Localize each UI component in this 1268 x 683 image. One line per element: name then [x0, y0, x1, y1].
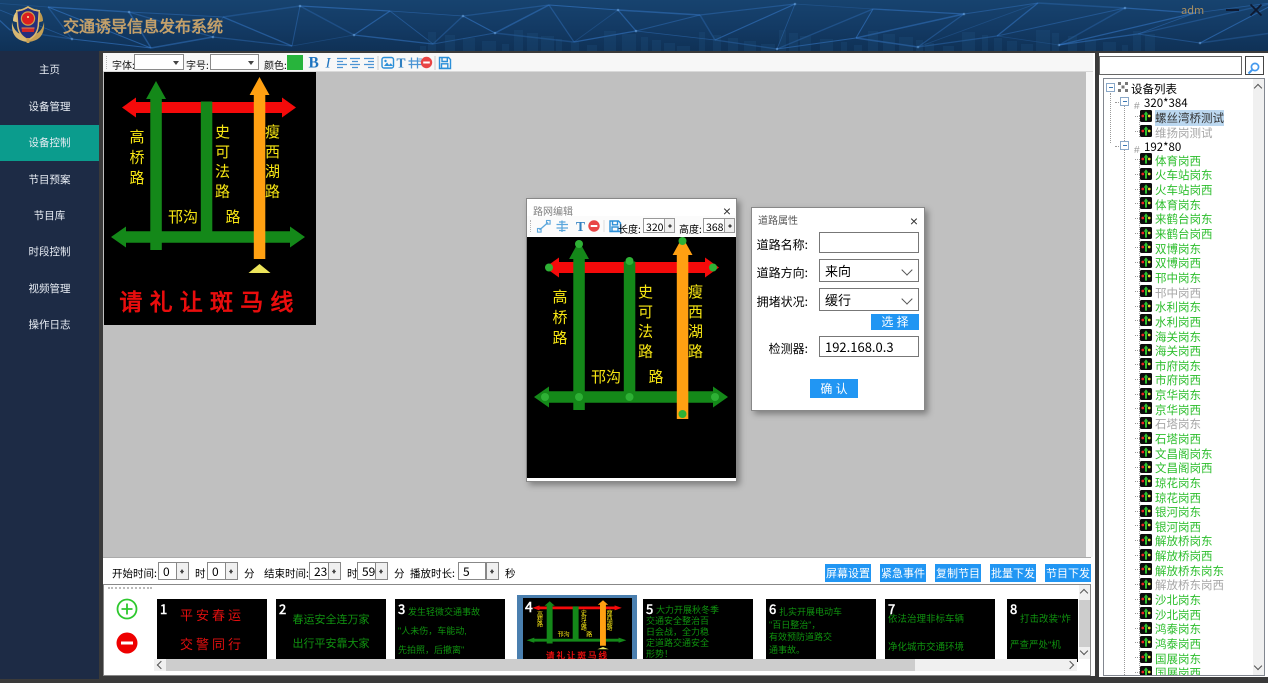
svg-text:路: 路: [265, 180, 280, 201]
svg-text:西: 西: [688, 301, 703, 322]
svg-text:路: 路: [586, 630, 592, 639]
svg-text:桥: 桥: [552, 306, 567, 327]
svg-text:T: T: [397, 56, 406, 71]
svg-text:湖: 湖: [265, 161, 280, 182]
svg-text:高: 高: [552, 286, 567, 307]
svg-text:湖: 湖: [688, 321, 703, 342]
svg-text:可: 可: [638, 301, 653, 322]
svg-text:史: 史: [638, 281, 653, 302]
svg-text:路: 路: [607, 623, 613, 632]
svg-text:邗沟: 邗沟: [168, 206, 198, 227]
svg-text:I: I: [325, 56, 332, 72]
svg-text:邗沟: 邗沟: [558, 630, 570, 639]
svg-text:请礼让斑马线: 请礼让斑马线: [119, 283, 300, 317]
svg-text:路: 路: [215, 180, 230, 201]
svg-text:路: 路: [688, 340, 703, 361]
svg-text:路: 路: [537, 620, 543, 629]
svg-text:可: 可: [215, 141, 230, 162]
svg-text:法: 法: [638, 321, 653, 342]
svg-text:桥: 桥: [129, 146, 144, 167]
svg-text:路: 路: [129, 167, 144, 188]
svg-text:B: B: [309, 55, 319, 72]
svg-text:路: 路: [648, 366, 663, 387]
svg-text:法: 法: [215, 161, 230, 182]
svg-text:瘦: 瘦: [688, 281, 703, 302]
svg-text:瘦: 瘦: [265, 121, 280, 142]
svg-text:T: T: [576, 219, 585, 234]
svg-text:路: 路: [552, 327, 567, 348]
svg-text:西: 西: [265, 141, 280, 162]
svg-text:高: 高: [129, 126, 144, 147]
svg-text:路: 路: [225, 206, 240, 227]
svg-text:路: 路: [638, 340, 653, 361]
svg-text:邗沟: 邗沟: [591, 366, 621, 387]
svg-text:史: 史: [215, 121, 230, 142]
